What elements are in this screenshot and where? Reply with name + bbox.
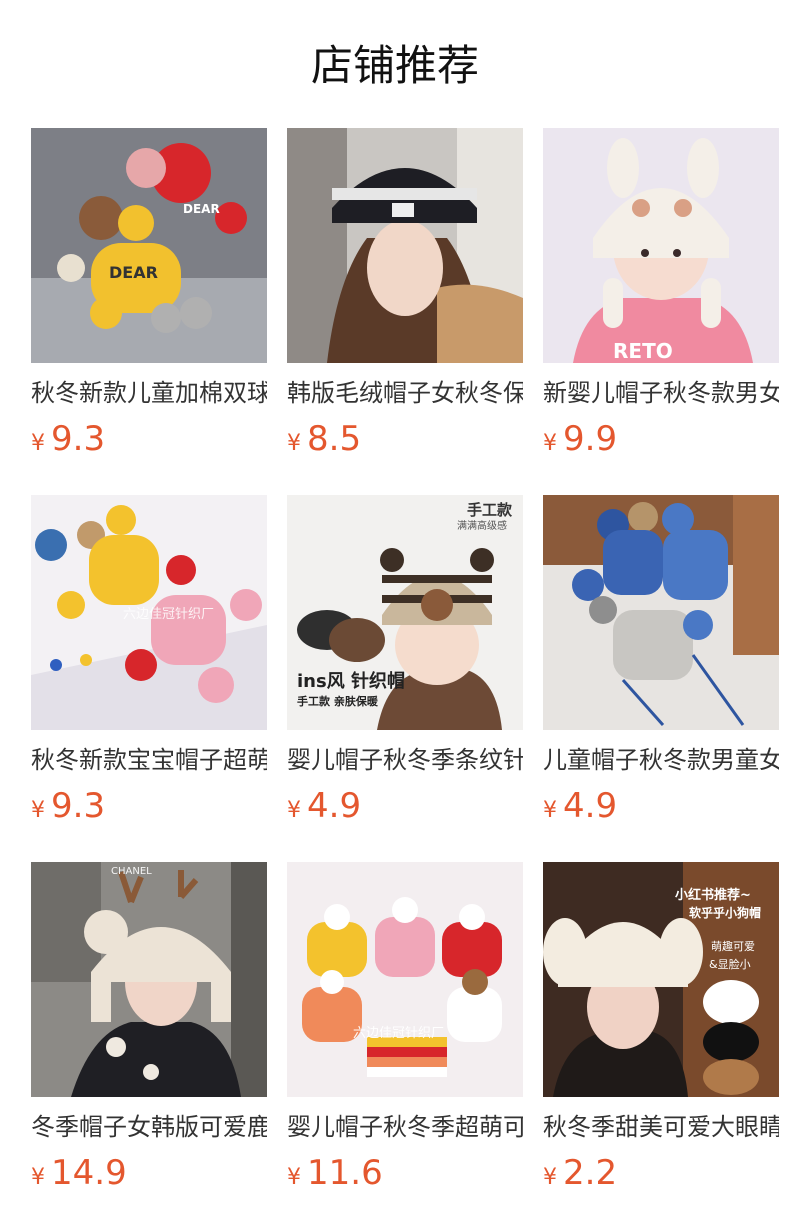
product-price: ¥14.9 — [31, 1153, 267, 1193]
currency-symbol: ¥ — [543, 431, 557, 456]
product-price: ¥4.9 — [287, 786, 523, 826]
price-value: 4.9 — [307, 786, 362, 826]
price-value: 9.3 — [51, 419, 106, 459]
product-card[interactable]: RETO 新婴儿帽子秋冬款男女宝宝护耳帽 ¥9.9 — [543, 128, 779, 459]
currency-symbol: ¥ — [287, 431, 301, 456]
product-name[interactable]: 儿童帽子秋冬款男童女童护耳帽 — [543, 744, 779, 776]
currency-symbol: ¥ — [31, 798, 45, 823]
product-name[interactable]: 冬季帽子女韩版可爱鹿角雷锋帽 — [31, 1111, 267, 1143]
product-card[interactable]: CHANEL 冬季帽子女韩版可爱鹿角雷锋帽 ¥14.9 — [31, 862, 267, 1193]
product-price: ¥2.2 — [543, 1153, 779, 1193]
product-image[interactable]: 手工款 满满高级感 ins风 针织帽 手工款 亲肤保暖 — [287, 495, 523, 730]
product-name[interactable]: 婴儿帽子秋冬季超萌可爱针织帽 — [287, 1111, 523, 1143]
product-card[interactable]: DEAR DEAR 秋冬新款儿童加棉双球毛线帽 ¥9.3 — [31, 128, 267, 459]
product-price: ¥9.3 — [31, 786, 267, 826]
product-name[interactable]: 秋冬新款儿童加棉双球毛线帽 — [31, 377, 267, 409]
ins-title: ins风 针织帽 — [297, 671, 405, 692]
product-card[interactable]: 六边佳冠针织厂 婴儿帽子秋冬季超萌可爱针织帽 ¥11.6 — [287, 862, 523, 1193]
currency-symbol: ¥ — [543, 1165, 557, 1190]
handmade-subtext: 满满高级感 — [457, 521, 507, 532]
product-card[interactable]: 手工款 满满高级感 ins风 针织帽 手工款 亲肤保暖 婴儿帽子秋冬季条纹针织护… — [287, 495, 523, 826]
product-image[interactable] — [543, 495, 779, 730]
currency-symbol: ¥ — [543, 798, 557, 823]
price-value: 11.6 — [307, 1153, 383, 1193]
dear-text: DEAR — [109, 263, 158, 282]
recommend-title: 小红书推荐~ — [675, 888, 751, 903]
product-image[interactable]: RETO — [543, 128, 779, 363]
price-value: 2.2 — [563, 1153, 618, 1193]
watermark: 六边佳冠针织厂 — [353, 1026, 445, 1041]
product-price: ¥4.9 — [543, 786, 779, 826]
price-value: 4.9 — [563, 786, 618, 826]
currency-symbol: ¥ — [31, 431, 45, 456]
product-name[interactable]: 秋冬季甜美可爱大眼睛毛绒帽 — [543, 1111, 779, 1143]
product-name[interactable]: 秋冬新款宝宝帽子超萌可爱毛线帽 — [31, 744, 267, 776]
product-price: ¥9.9 — [543, 419, 779, 459]
store-sign: CHANEL — [111, 866, 152, 877]
recommend-cute: 萌趣可爱 — [711, 940, 755, 953]
product-price: ¥9.3 — [31, 419, 267, 459]
price-value: 8.5 — [307, 419, 362, 459]
product-card[interactable]: 韩版毛绒帽子女秋冬保暖针织帽 ¥8.5 — [287, 128, 523, 459]
product-card[interactable]: 儿童帽子秋冬款男童女童护耳帽 ¥4.9 — [543, 495, 779, 826]
product-grid: DEAR DEAR 秋冬新款儿童加棉双球毛线帽 ¥9.3 韩版毛绒帽子女秋冬保暖… — [0, 0, 790, 1230]
product-card[interactable]: 六边佳冠针织厂 秋冬新款宝宝帽子超萌可爱毛线帽 ¥9.3 — [31, 495, 267, 826]
product-image[interactable]: 小红书推荐~ 软乎乎小狗帽 萌趣可爱 &显脸小 — [543, 862, 779, 1097]
product-image[interactable] — [287, 128, 523, 363]
ins-subtitle: 手工款 亲肤保暖 — [297, 695, 378, 708]
product-name[interactable]: 婴儿帽子秋冬季条纹针织护耳帽 — [287, 744, 523, 776]
price-value: 9.9 — [563, 419, 618, 459]
currency-symbol: ¥ — [31, 1165, 45, 1190]
product-image[interactable]: CHANEL — [31, 862, 267, 1097]
recommend-subtitle: 软乎乎小狗帽 — [689, 906, 762, 920]
watermark: 六边佳冠针织厂 — [123, 607, 215, 622]
product-image[interactable]: 六边佳冠针织厂 — [31, 495, 267, 730]
recommend-face: &显脸小 — [709, 958, 751, 971]
currency-symbol: ¥ — [287, 1165, 301, 1190]
price-value: 9.3 — [51, 786, 106, 826]
product-name[interactable]: 韩版毛绒帽子女秋冬保暖针织帽 — [287, 377, 523, 409]
product-card[interactable]: 小红书推荐~ 软乎乎小狗帽 萌趣可爱 &显脸小 秋冬季甜美可爱大眼睛毛绒帽 ¥2… — [543, 862, 779, 1193]
dear-text: DEAR — [183, 202, 220, 216]
price-value: 14.9 — [51, 1153, 127, 1193]
product-image[interactable]: DEAR DEAR — [31, 128, 267, 363]
product-image[interactable]: 六边佳冠针织厂 — [287, 862, 523, 1097]
product-price: ¥11.6 — [287, 1153, 523, 1193]
product-price: ¥8.5 — [287, 419, 523, 459]
currency-symbol: ¥ — [287, 798, 301, 823]
product-name[interactable]: 新婴儿帽子秋冬款男女宝宝护耳帽 — [543, 377, 779, 409]
shirt-text: RETO — [613, 339, 673, 363]
